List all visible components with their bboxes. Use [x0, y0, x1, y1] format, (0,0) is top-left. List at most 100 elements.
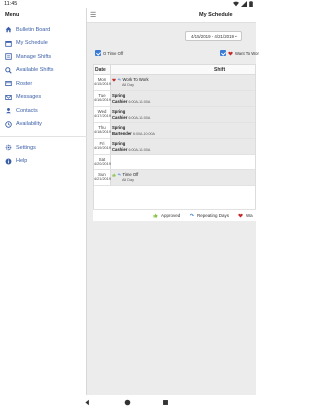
nav-item-label: Messages	[16, 94, 42, 101]
repeat-icon	[117, 173, 121, 175]
nav-item-bulletin-board[interactable]: Bulletin Board	[0, 23, 87, 37]
row-date: 4/21/2019	[94, 177, 111, 181]
row-date: 4/16/2019	[94, 98, 111, 102]
shift-cell: Work To Work All Day	[111, 75, 255, 90]
time-off-checkbox[interactable]	[95, 50, 101, 56]
shift-location-text: Spring	[112, 125, 126, 130]
shift-detail: Cashier 6:00A-11:00A	[112, 115, 150, 120]
legend-repeating-days-label: Repeating Days	[197, 213, 230, 218]
shift-title-text: Work To Work	[122, 77, 149, 82]
status-bar: 11:45	[0, 0, 256, 8]
schedule-table: Date Shift Mon 4/15/2019 Work To Work Al…	[93, 64, 256, 221]
drawer-title: Menu	[5, 12, 20, 18]
shift-role: Bartender	[112, 131, 132, 136]
nav-item-label: My Schedule	[16, 40, 48, 47]
search-icon	[5, 66, 12, 74]
shift-cell	[111, 155, 255, 169]
nav-item-label: Contacts	[16, 107, 38, 114]
legend-approved: Approved	[153, 213, 180, 218]
table-row[interactable]: Thu 4/18/2019 Spring Bartender 6:00A-10:…	[94, 123, 255, 139]
legend: Approved Repeating Days Wa	[93, 209, 256, 221]
shift-title-text: Time Off	[122, 172, 139, 177]
status-time: 11:45	[4, 1, 18, 7]
date-cell: Sat 4/20/2019	[94, 155, 111, 169]
nav-item-roster[interactable]: Roster	[0, 77, 87, 91]
table-row[interactable]: Mon 4/15/2019 Work To Work All Day	[94, 75, 255, 91]
nav-item-my-schedule[interactable]: My Schedule	[0, 37, 87, 51]
shift-role: Cashier	[112, 99, 128, 104]
shift-location: Spring	[112, 125, 125, 130]
shift-detail: Cashier 6:00A-11:00A	[112, 99, 150, 104]
shift-location: Spring	[112, 93, 125, 98]
menu-icon[interactable]: ☰	[90, 11, 96, 19]
shift-time: 6:00A-11:00A	[128, 116, 151, 120]
shift-time: 6:00A-11:00A	[128, 148, 151, 152]
nav-item-settings[interactable]: Settings	[0, 141, 87, 155]
nav-item-available-shifts[interactable]: Available Shifts	[0, 64, 87, 78]
nav-item-label: Available Shifts	[16, 67, 54, 74]
nav-item-messages[interactable]: Messages	[0, 91, 87, 105]
shift-detail: All Day	[122, 178, 135, 182]
shift-cell: Spring Cashier 6:00A-11:00A	[111, 139, 255, 154]
date-cell: Tue 4/16/2019	[94, 91, 111, 106]
date-cell: Thu 4/18/2019	[94, 123, 111, 138]
table-row[interactable]: Wed 4/17/2019 Spring Cashier 6:00A-11:00…	[94, 107, 255, 123]
heart-icon	[228, 51, 233, 55]
shift-location-text: Spring	[112, 93, 126, 98]
battery-icon	[249, 1, 253, 7]
recents-icon[interactable]	[162, 399, 169, 406]
nav-item-label: Roster	[16, 80, 33, 87]
table-row[interactable]: Sat 4/20/2019	[94, 155, 255, 170]
nav-item-manage-shifts[interactable]: Manage Shifts	[0, 50, 87, 64]
shift-cell: Time Off All Day	[111, 170, 255, 185]
mail-icon	[5, 94, 12, 101]
shift-time: 6:00A-10:00A	[132, 132, 155, 136]
shift-title: Time Off	[112, 172, 138, 177]
table-row[interactable]: Tue 4/16/2019 Spring Cashier 6:00A-11:00…	[94, 91, 255, 107]
home-button-icon[interactable]	[124, 399, 131, 406]
shift-location-text: Spring	[112, 141, 126, 146]
legend-approved-label: Approved	[161, 213, 181, 218]
nav-item-availability[interactable]: Availability	[0, 118, 87, 132]
shift-time: 6:00A-11:00A	[128, 100, 151, 104]
nav-item-label: Availability	[16, 121, 42, 128]
want-to-work-checkbox[interactable]	[220, 50, 226, 56]
date-range-value: 4/15/2019 - 4/21/2019	[191, 33, 234, 39]
nav-item-help[interactable]: Help	[0, 155, 87, 169]
nav-item-label: Help	[16, 158, 28, 165]
legend-want: Wa	[238, 213, 253, 218]
date-range-select[interactable]: 4/15/2019 - 4/21/2019 ⌄	[185, 31, 242, 41]
shift-cell: Spring Cashier 6:00A-11:00A	[111, 107, 255, 122]
column-header-date: Date	[95, 67, 106, 73]
top-app-bar: ☰ My Schedule	[87, 8, 256, 23]
date-cell: Sun 4/21/2019	[94, 170, 111, 185]
clock-icon	[5, 121, 12, 128]
repeat-icon	[117, 78, 121, 80]
want-to-work-label: Want To Wor	[235, 50, 259, 56]
shift-cell: Spring Cashier 6:00A-11:00A	[111, 91, 255, 106]
table-row[interactable]: Sun 4/21/2019 Time Off All Day	[94, 170, 255, 186]
legend-repeating-days: Repeating Days	[189, 213, 229, 218]
back-icon[interactable]	[84, 399, 91, 406]
legend-want-label: Wa	[246, 213, 253, 218]
table-row[interactable]: Fri 4/19/2019 Spring Cashier 6:00A-11:00…	[94, 139, 255, 155]
nav-item-contacts[interactable]: Contacts	[0, 104, 87, 118]
system-navigation-bar	[0, 395, 256, 410]
thumbs-up-icon	[153, 213, 158, 218]
roster-icon	[5, 80, 12, 87]
row-date: 4/18/2019	[94, 130, 111, 134]
date-cell: Mon 4/15/2019	[94, 75, 111, 90]
shift-detail: Bartender 6:00A-10:00A	[112, 131, 155, 136]
drawer-nav: Bulletin Board My Schedule Manage Shifts…	[0, 23, 87, 168]
system-icons	[233, 1, 253, 7]
row-date: 4/15/2019	[94, 82, 111, 86]
gear-icon	[5, 144, 12, 151]
contacts-icon	[5, 107, 12, 114]
row-date: 4/20/2019	[94, 162, 111, 166]
row-date: 4/17/2019	[94, 114, 111, 118]
heart-icon	[112, 78, 116, 82]
shift-location-text: Spring	[112, 109, 126, 114]
date-cell: Wed 4/17/2019	[94, 107, 111, 122]
date-cell: Fri 4/19/2019	[94, 139, 111, 154]
home-icon	[5, 26, 12, 33]
